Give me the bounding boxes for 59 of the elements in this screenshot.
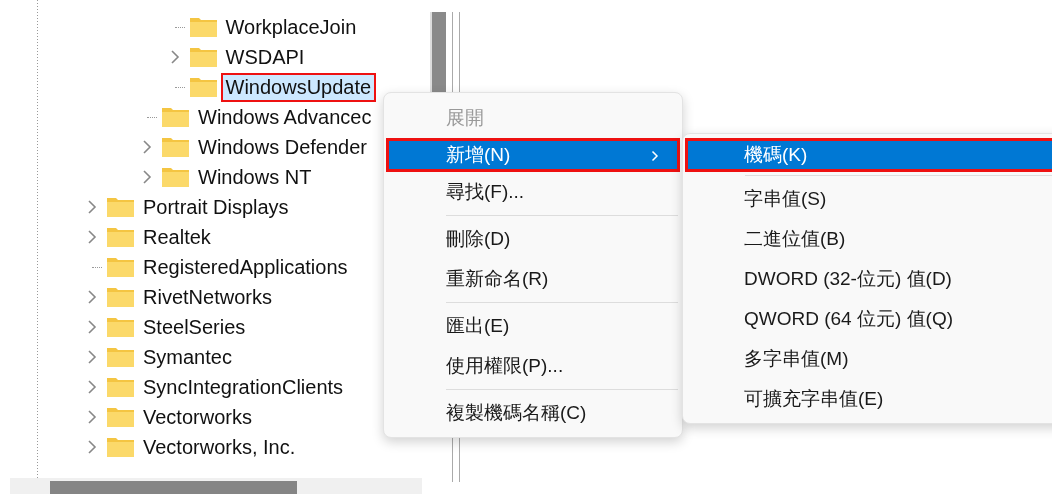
tree-item[interactable]: Windows NT [193,162,317,192]
chevron-icon[interactable] [142,139,152,155]
folder-icon [107,437,134,457]
menu-item[interactable]: 尋找(F)... [386,172,680,212]
folder-icon [162,137,189,157]
chevron-icon[interactable] [87,229,97,245]
folder-icon [189,77,217,97]
folder-icon [189,47,217,67]
chevron-icon[interactable] [87,439,97,455]
chevron-icon[interactable] [87,199,97,215]
chevron-icon[interactable] [169,49,180,65]
chevron-icon[interactable] [87,289,97,305]
folder-icon [107,197,134,217]
folder-icon [107,287,134,307]
tree-item[interactable]: RivetNetworks [138,282,277,312]
tree-item[interactable]: WindowsUpdate [220,72,377,102]
chevron-icon[interactable] [87,409,97,425]
folder-icon [162,167,189,187]
chevron-icon[interactable] [87,349,97,365]
tree-item[interactable]: RegisteredApplications [138,252,353,282]
horizontal-scrollbar[interactable] [10,478,422,494]
tree-item[interactable]: SteelSeries [138,312,251,342]
tree-item[interactable]: Windows Advancec [193,102,377,132]
folder-icon [189,17,217,37]
folder-icon [107,257,134,277]
folder-icon [107,407,134,427]
scrollbar[interactable] [430,12,446,92]
menu-item[interactable]: 使用權限(P)... [386,346,680,386]
folder-icon [162,107,189,127]
folder-icon [107,377,134,397]
tree-item[interactable]: Vectorworks [138,402,257,432]
menu-item[interactable]: 複製機碼名稱(C) [386,393,680,433]
chevron-icon[interactable] [87,319,97,335]
tree-item[interactable]: WSDAPI [220,42,310,72]
menu-item[interactable]: 字串值(S) [685,179,1052,219]
chevron-icon[interactable] [142,169,152,185]
folder-icon [107,227,134,247]
tree-item[interactable]: Realtek [138,222,216,252]
tree-item[interactable]: Symantec [138,342,237,372]
menu-item[interactable]: QWORD (64 位元) 值(Q) [685,299,1052,339]
tree-item[interactable]: Portrait Displays [138,192,294,222]
tree-item[interactable]: Vectorworks, Inc. [138,432,301,462]
scrollbar-thumb[interactable] [50,481,297,494]
menu-item[interactable]: 機碼(K) [685,138,1052,172]
tree-item[interactable]: WorkplaceJoin [220,12,362,42]
tree-item[interactable]: SyncIntegrationClients [138,372,349,402]
folder-icon [107,317,134,337]
menu-item[interactable]: 二進位值(B) [685,219,1052,259]
chevron-icon[interactable] [87,379,97,395]
chevron-icon [651,150,659,162]
menu-item[interactable]: 可擴充字串值(E) [685,379,1052,419]
menu-item[interactable]: 匯出(E) [386,306,680,346]
menu-item[interactable]: 重新命名(R) [386,259,680,299]
menu-item[interactable]: 多字串值(M) [685,339,1052,379]
tree-item[interactable]: Windows Defender [193,132,372,162]
menu-item[interactable]: 新增(N) [386,138,680,172]
menu-item[interactable]: 刪除(D) [386,219,680,259]
menu-item[interactable]: DWORD (32-位元) 值(D) [685,259,1052,299]
folder-icon [107,347,134,367]
